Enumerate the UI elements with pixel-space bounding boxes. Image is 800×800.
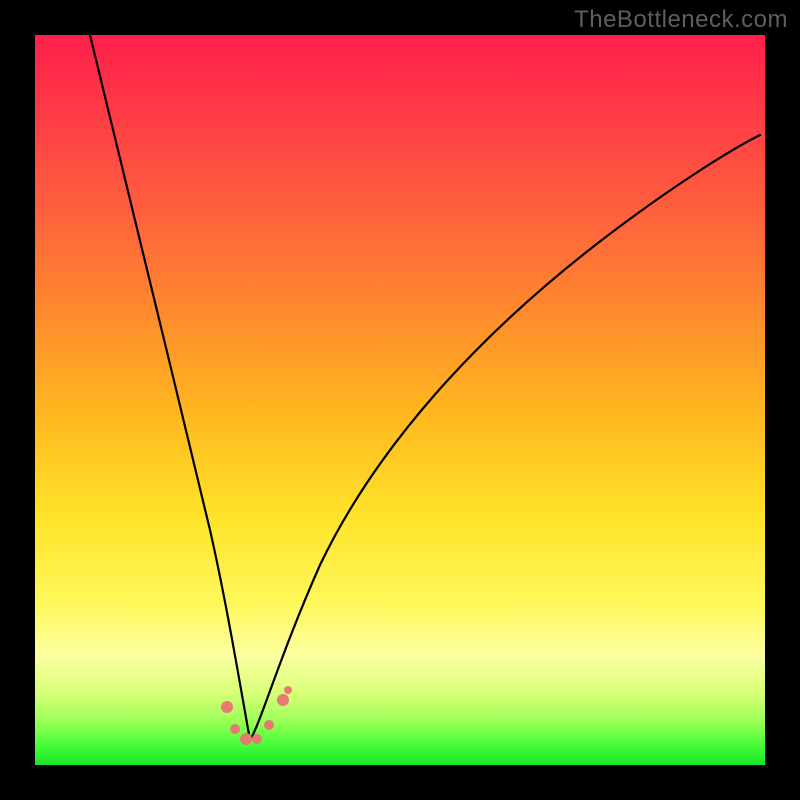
curve-marker xyxy=(252,734,262,744)
curve-marker xyxy=(221,701,233,713)
curve-svg xyxy=(35,35,765,765)
watermark-text: TheBottleneck.com xyxy=(574,6,788,34)
bottleneck-curve xyxy=(90,35,760,740)
curve-marker xyxy=(277,694,289,706)
curve-marker xyxy=(240,733,252,745)
chart-frame: TheBottleneck.com xyxy=(0,0,800,800)
curve-marker xyxy=(230,724,240,734)
curve-marker xyxy=(264,720,274,730)
curve-marker xyxy=(284,686,292,694)
plot-area xyxy=(35,35,765,765)
